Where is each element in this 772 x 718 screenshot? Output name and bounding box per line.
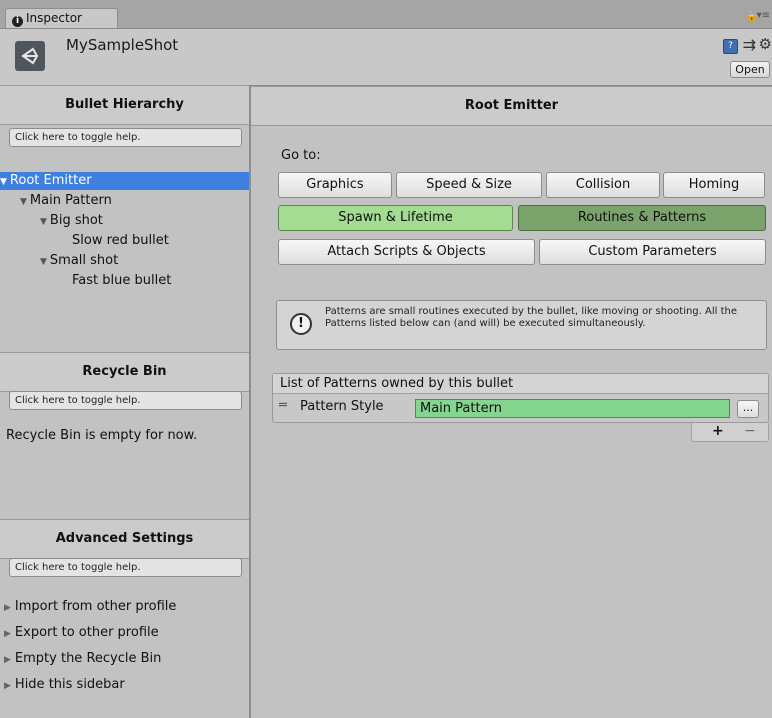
speed-size-button[interactable]: Speed & Size bbox=[396, 172, 542, 198]
tree-item-label: Slow red bullet bbox=[72, 233, 169, 248]
patterns-info-text: Patterns are small routines executed by … bbox=[325, 306, 738, 329]
hierarchy-help-toggle[interactable]: Click here to toggle help. bbox=[9, 128, 242, 147]
advanced-help-toggle[interactable]: Click here to toggle help. bbox=[9, 558, 242, 577]
homing-button[interactable]: Homing bbox=[663, 172, 765, 198]
pattern-style-field[interactable]: Main Pattern bbox=[415, 399, 730, 418]
bullet-hierarchy-title: Bullet Hierarchy bbox=[0, 85, 249, 125]
tree-item-label: Big shot bbox=[49, 213, 103, 228]
tab-inspector[interactable]: i Inspector bbox=[5, 8, 118, 28]
remove-pattern-button[interactable]: − bbox=[744, 423, 756, 439]
attach-scripts-button[interactable]: Attach Scripts & Objects bbox=[278, 239, 535, 265]
object-name: MySampleShot bbox=[66, 36, 179, 54]
inspector-header: MySampleShot ? ⇉ ⚙ Open bbox=[0, 29, 772, 86]
recycle-help-toggle[interactable]: Click here to toggle help. bbox=[9, 391, 242, 410]
foldout-empty-recycle[interactable]: ▶ Empty the Recycle Bin bbox=[4, 650, 161, 668]
patterns-list-header: List of Patterns owned by this bullet bbox=[273, 374, 768, 394]
expand-arrow-icon[interactable]: ▼ bbox=[0, 177, 7, 187]
tab-label: Inspector bbox=[26, 11, 82, 25]
tree-item[interactable]: ▼ Main Pattern bbox=[0, 192, 249, 210]
pattern-style-label: Pattern Style bbox=[300, 399, 384, 414]
unity-logo-icon bbox=[15, 41, 45, 71]
foldout-export[interactable]: ▶ Export to other profile bbox=[4, 624, 159, 642]
foldout-hide-sidebar[interactable]: ▶ Hide this sidebar bbox=[4, 676, 125, 694]
tree-item[interactable]: Fast blue bullet bbox=[0, 272, 249, 290]
patterns-list: List of Patterns owned by this bullet ═ … bbox=[272, 373, 769, 423]
goto-label: Go to: bbox=[281, 148, 321, 163]
menu-icon[interactable]: ▾≡ bbox=[757, 10, 770, 21]
patterns-info-box: ! Patterns are small routines executed b… bbox=[276, 300, 767, 350]
add-pattern-button[interactable]: + bbox=[712, 423, 724, 439]
foldout-arrow-icon: ▶ bbox=[4, 603, 11, 613]
main-panel: Root Emitter Go to: Graphics Speed & Siz… bbox=[251, 86, 772, 718]
tree-item[interactable]: ▼ Big shot bbox=[0, 212, 249, 230]
tree-item-label: Root Emitter bbox=[9, 173, 92, 188]
info-icon: i bbox=[12, 16, 23, 27]
drag-handle-icon[interactable]: ═ bbox=[279, 398, 287, 413]
list-add-remove: + − bbox=[691, 423, 769, 442]
routines-patterns-button[interactable]: Routines & Patterns bbox=[518, 205, 766, 231]
tree-item[interactable]: Slow red bullet bbox=[0, 232, 249, 250]
book-icon[interactable]: ? bbox=[723, 39, 738, 54]
expand-arrow-icon[interactable]: ▼ bbox=[40, 217, 47, 227]
sliders-icon[interactable]: ⇉ bbox=[743, 35, 756, 54]
graphics-button[interactable]: Graphics bbox=[278, 172, 392, 198]
spawn-lifetime-button[interactable]: Spawn & Lifetime bbox=[278, 205, 513, 231]
tree-item[interactable]: ▼ Small shot bbox=[0, 252, 249, 270]
gear-icon[interactable]: ⚙ bbox=[759, 35, 772, 53]
sidebar: Bullet Hierarchy Click here to toggle he… bbox=[0, 85, 251, 718]
custom-parameters-button[interactable]: Custom Parameters bbox=[539, 239, 766, 265]
advanced-settings-title: Advanced Settings bbox=[0, 519, 249, 559]
tree-item[interactable]: ▼ Root Emitter bbox=[0, 172, 249, 190]
foldout-arrow-icon: ▶ bbox=[4, 629, 11, 639]
main-title: Root Emitter bbox=[251, 86, 772, 126]
exclamation-icon: ! bbox=[290, 313, 312, 335]
tree-item-label: Small shot bbox=[49, 253, 119, 268]
foldout-arrow-icon: ▶ bbox=[4, 655, 11, 665]
foldout-import[interactable]: ▶ Import from other profile bbox=[4, 598, 176, 616]
tree-item-label: Fast blue bullet bbox=[72, 273, 172, 288]
foldout-arrow-icon: ▶ bbox=[4, 681, 11, 691]
open-button[interactable]: Open bbox=[730, 61, 770, 78]
expand-arrow-icon[interactable]: ▼ bbox=[40, 257, 47, 267]
recycle-bin-title: Recycle Bin bbox=[0, 352, 249, 392]
tree-item-label: Main Pattern bbox=[29, 193, 112, 208]
expand-arrow-icon[interactable]: ▼ bbox=[20, 197, 27, 207]
recycle-empty-text: Recycle Bin is empty for now. bbox=[6, 428, 198, 443]
tab-strip: i Inspector 🔒 ▾≡ bbox=[0, 0, 772, 29]
collision-button[interactable]: Collision bbox=[546, 172, 660, 198]
pattern-options-button[interactable]: ... bbox=[737, 400, 759, 418]
